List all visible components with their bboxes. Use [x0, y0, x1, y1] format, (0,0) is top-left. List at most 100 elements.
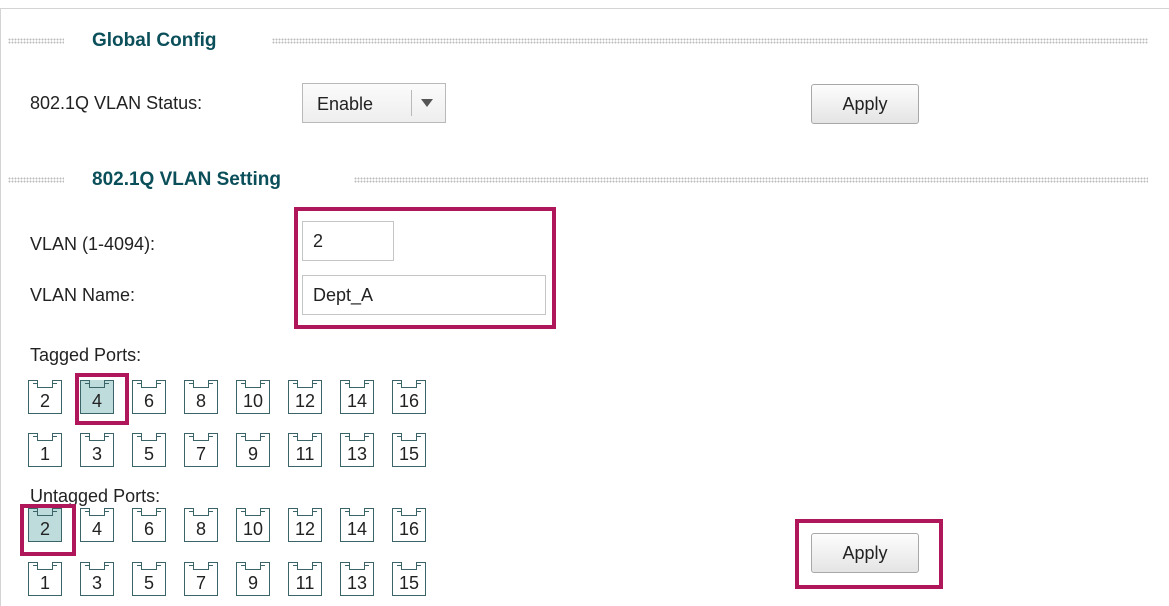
port-jack-icon — [397, 433, 421, 441]
port-number: 6 — [143, 391, 154, 411]
port-number: 15 — [398, 573, 420, 593]
tagged-port-11[interactable]: 11 — [288, 433, 322, 467]
port-jack-icon — [189, 380, 213, 388]
port-number: 9 — [247, 573, 258, 593]
header-dots-right — [272, 38, 1148, 44]
tagged-port-5[interactable]: 5 — [132, 433, 166, 467]
vlan-fields-highlight — [294, 207, 556, 329]
untagged-port-8[interactable]: 8 — [184, 508, 218, 542]
tagged-port-6[interactable]: 6 — [132, 380, 166, 414]
vlan-id-label: VLAN (1-4094): — [30, 234, 156, 254]
untagged-port-14[interactable]: 14 — [340, 508, 374, 542]
header-dots-left — [8, 177, 64, 183]
port-number: 9 — [247, 444, 258, 464]
port-jack-icon — [293, 508, 317, 516]
chevron-down-icon[interactable] — [421, 99, 433, 107]
tagged-port-10[interactable]: 10 — [236, 380, 270, 414]
untagged-port-10[interactable]: 10 — [236, 508, 270, 542]
port-number: 8 — [195, 391, 206, 411]
untagged-port-1[interactable]: 1 — [28, 562, 62, 596]
port-jack-icon — [189, 562, 213, 570]
header-dots-left — [8, 38, 64, 44]
port-number: 15 — [398, 444, 420, 464]
untagged-port-15[interactable]: 15 — [392, 562, 426, 596]
tagged-port-8[interactable]: 8 — [184, 380, 218, 414]
global-apply-button[interactable]: Apply — [811, 84, 919, 124]
port-number: 7 — [195, 444, 206, 464]
port-number: 11 — [295, 444, 315, 464]
port-number: 3 — [91, 573, 102, 593]
port-jack-icon — [137, 508, 161, 516]
port-jack-icon — [33, 380, 57, 388]
port-jack-icon — [241, 508, 265, 516]
tagged-port-1[interactable]: 1 — [28, 433, 62, 467]
header-dots-right — [354, 177, 1148, 183]
tagged-port-15[interactable]: 15 — [392, 433, 426, 467]
port-number: 16 — [398, 519, 420, 539]
tagged-port-14[interactable]: 14 — [340, 380, 374, 414]
tagged-port-13[interactable]: 13 — [340, 433, 374, 467]
tagged-port-3[interactable]: 3 — [80, 433, 114, 467]
vlan-setting-title: 802.1Q VLAN Setting — [92, 169, 281, 190]
untagged-port-9[interactable]: 9 — [236, 562, 270, 596]
port-jack-icon — [345, 433, 369, 441]
port-number: 12 — [294, 519, 316, 539]
port-jack-icon — [397, 562, 421, 570]
port-number: 5 — [143, 444, 154, 464]
port-jack-icon — [397, 508, 421, 516]
port-jack-icon — [33, 433, 57, 441]
port-jack-icon — [293, 433, 317, 441]
untagged-port-3[interactable]: 3 — [80, 562, 114, 596]
apply-button-highlight — [795, 519, 943, 589]
untagged-port-6[interactable]: 6 — [132, 508, 166, 542]
port-jack-icon — [293, 562, 317, 570]
tagged-port-2[interactable]: 2 — [28, 380, 62, 414]
port-number: 5 — [143, 573, 154, 593]
port-jack-icon — [85, 433, 109, 441]
untagged-port-7[interactable]: 7 — [184, 562, 218, 596]
global-config-header: Global Config — [8, 30, 1158, 52]
port-jack-icon — [397, 380, 421, 388]
vlan-status-label: 802.1Q VLAN Status: — [30, 93, 203, 113]
untagged-port-highlight — [20, 504, 76, 556]
untagged-port-4[interactable]: 4 — [80, 508, 114, 542]
port-number: 14 — [346, 519, 368, 539]
vlan-status-select[interactable]: Enable — [302, 83, 446, 123]
tagged-port-highlight — [75, 373, 129, 425]
port-jack-icon — [241, 380, 265, 388]
select-divider — [411, 90, 412, 116]
port-number: 7 — [195, 573, 206, 593]
port-number: 6 — [143, 519, 154, 539]
tagged-port-16[interactable]: 16 — [392, 380, 426, 414]
untagged-port-13[interactable]: 13 — [340, 562, 374, 596]
port-number: 12 — [294, 391, 316, 411]
port-jack-icon — [137, 562, 161, 570]
port-number: 13 — [346, 444, 368, 464]
port-jack-icon — [189, 508, 213, 516]
tagged-port-9[interactable]: 9 — [236, 433, 270, 467]
port-jack-icon — [345, 562, 369, 570]
port-number: 3 — [91, 444, 102, 464]
port-jack-icon — [189, 433, 213, 441]
untagged-port-16[interactable]: 16 — [392, 508, 426, 542]
untagged-port-11[interactable]: 11 — [288, 562, 322, 596]
port-jack-icon — [85, 562, 109, 570]
port-jack-icon — [345, 508, 369, 516]
port-jack-icon — [33, 562, 57, 570]
port-number: 16 — [398, 391, 420, 411]
port-jack-icon — [137, 380, 161, 388]
port-jack-icon — [293, 380, 317, 388]
tagged-port-12[interactable]: 12 — [288, 380, 322, 414]
port-jack-icon — [85, 508, 109, 516]
port-number: 10 — [242, 391, 264, 411]
port-jack-icon — [345, 380, 369, 388]
port-number: 1 — [39, 573, 50, 593]
vlan-status-value: Enable — [317, 94, 374, 114]
tagged-port-7[interactable]: 7 — [184, 433, 218, 467]
port-jack-icon — [137, 433, 161, 441]
port-number: 8 — [195, 519, 206, 539]
port-jack-icon — [241, 433, 265, 441]
untagged-port-12[interactable]: 12 — [288, 508, 322, 542]
port-number: 13 — [346, 573, 368, 593]
untagged-port-5[interactable]: 5 — [132, 562, 166, 596]
